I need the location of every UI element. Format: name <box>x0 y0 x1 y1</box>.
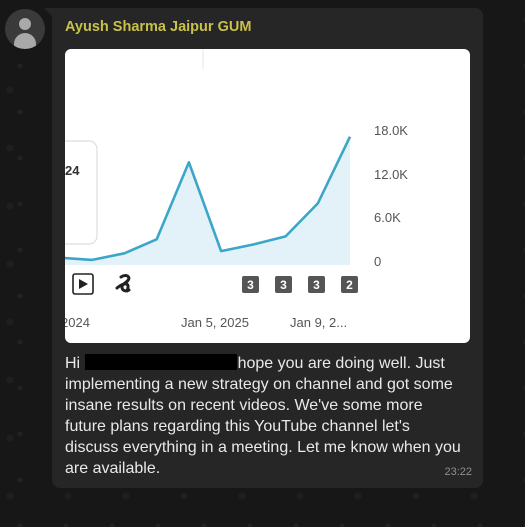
x-tick-label: Jan 5, 2025 <box>181 315 249 330</box>
y-tick-label: 12.0K <box>374 167 408 182</box>
marker-count: 3 <box>247 278 254 292</box>
tooltip-card: 24 <box>65 140 98 245</box>
avatar-head <box>19 18 31 30</box>
redacted-name <box>84 354 237 370</box>
message-text: Hi hope you are doing well. Just impleme… <box>65 353 465 479</box>
avatar-body <box>14 33 36 49</box>
message-bubble[interactable]: Ayush Sharma Jaipur GUM 18.0K 12.0K 6.0K 0 … <box>52 8 483 488</box>
marker-count: 3 <box>280 278 287 292</box>
video-marker-play[interactable] <box>72 273 94 295</box>
video-count-marker[interactable]: 3 <box>242 276 259 293</box>
x-tick-label: 2024 <box>65 315 90 330</box>
y-tick-label: 0 <box>374 254 381 269</box>
chart-area-fill <box>65 136 350 265</box>
video-count-marker[interactable]: 2 <box>341 276 358 293</box>
shared-image[interactable]: 18.0K 12.0K 6.0K 0 24 3 3 3 2 2024 Jan 5, 2025 J… <box>65 49 470 343</box>
y-tick-label: 6.0K <box>374 210 401 225</box>
sender-name[interactable]: Ayush Sharma Jaipur GUM <box>65 19 251 35</box>
x-tick-label: Jan 9, 2... <box>290 315 347 330</box>
sender-avatar[interactable] <box>5 9 45 49</box>
message-greeting: Hi <box>65 355 81 372</box>
marker-count: 3 <box>313 278 320 292</box>
y-tick-label: 18.0K <box>374 123 408 138</box>
tooltip-value: 24 <box>65 163 80 178</box>
analytics-chart: 18.0K 12.0K 6.0K 0 24 3 3 3 2 2024 Jan 5, 2025 J… <box>65 49 408 330</box>
marker-count: 2 <box>346 278 353 292</box>
video-count-marker[interactable]: 3 <box>308 276 325 293</box>
video-count-marker[interactable]: 3 <box>275 276 292 293</box>
video-marker-shorts[interactable] <box>115 274 131 293</box>
shorts-icon <box>115 274 131 293</box>
message-body: hope you are doing well. Just implementi… <box>65 355 461 477</box>
message-time: 23:22 <box>444 466 472 478</box>
